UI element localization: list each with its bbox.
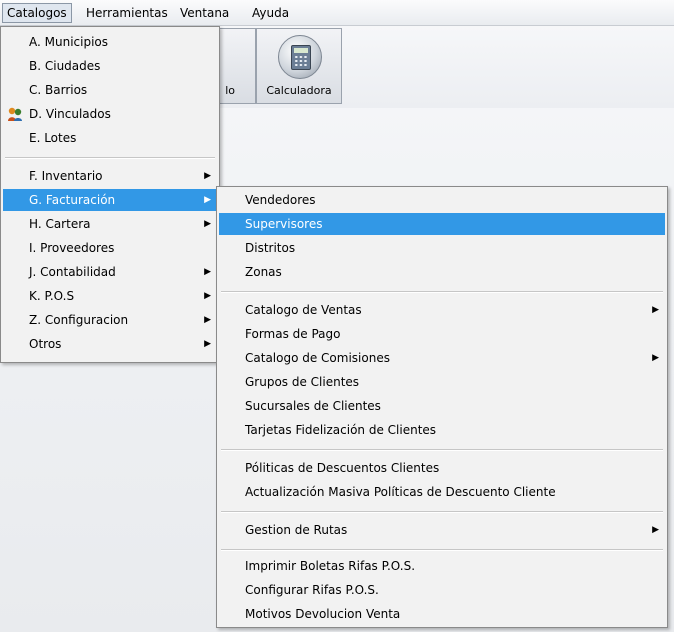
submenu-arrow-icon: ▶ bbox=[652, 305, 659, 315]
submenu-arrow-icon: ▶ bbox=[204, 171, 211, 181]
menu-item-municipios[interactable]: A. Municipios bbox=[3, 31, 217, 53]
submenu-item-zonas[interactable]: Zonas bbox=[219, 261, 665, 283]
submenu-arrow-icon: ▶ bbox=[652, 353, 659, 363]
menu-item-cartera[interactable]: H. Cartera ▶ bbox=[3, 213, 217, 235]
submenu-arrow-icon: ▶ bbox=[204, 219, 211, 229]
submenu-item-configurar-rifas[interactable]: Configurar Rifas P.O.S. bbox=[219, 579, 665, 601]
menu-item-configuracion[interactable]: Z. Configuracion ▶ bbox=[3, 309, 217, 331]
menu-separator bbox=[221, 549, 663, 551]
submenu-item-label: Actualización Masiva Políticas de Descue… bbox=[245, 485, 556, 499]
submenu-item-label: Catalogo de Comisiones bbox=[245, 351, 390, 365]
menu-ayuda-label: Ayuda bbox=[252, 6, 290, 20]
submenu-item-imprimir-boletas[interactable]: Imprimir Boletas Rifas P.O.S. bbox=[219, 555, 665, 577]
catalogos-menu: A. Municipios B. Ciudades C. Barrios D. … bbox=[0, 26, 220, 363]
menu-item-label: A. Municipios bbox=[29, 35, 109, 49]
menu-bar: Catalogos Herramientas Ventana Ayuda bbox=[0, 0, 674, 26]
menu-item-proveedores[interactable]: I. Proveedores bbox=[3, 237, 217, 259]
menu-separator bbox=[221, 449, 663, 451]
vinculados-icon bbox=[8, 107, 22, 121]
menu-item-label: D. Vinculados bbox=[29, 107, 111, 121]
menu-separator bbox=[5, 157, 215, 159]
menu-item-pos[interactable]: K. P.O.S ▶ bbox=[3, 285, 217, 307]
submenu-item-label: Grupos de Clientes bbox=[245, 375, 360, 389]
menu-item-label: K. P.O.S bbox=[29, 289, 75, 303]
menu-item-label: C. Barrios bbox=[29, 83, 88, 97]
menu-item-lotes[interactable]: E. Lotes bbox=[3, 127, 217, 149]
submenu-item-politicas-descuentos[interactable]: Póliticas de Descuentos Clientes bbox=[219, 457, 665, 479]
submenu-item-distritos[interactable]: Distritos bbox=[219, 237, 665, 259]
menu-item-label: Z. Configuracion bbox=[29, 313, 129, 327]
submenu-item-label: Catalogo de Ventas bbox=[245, 303, 362, 317]
submenu-item-label: Supervisores bbox=[245, 217, 323, 231]
menu-herramientas-label: Herramientas bbox=[86, 6, 168, 20]
menu-ventana[interactable]: Ventana bbox=[176, 4, 233, 22]
submenu-item-grupos-clientes[interactable]: Grupos de Clientes bbox=[219, 371, 665, 393]
menu-item-vinculados[interactable]: D. Vinculados bbox=[3, 103, 217, 125]
menu-item-inventario[interactable]: F. Inventario ▶ bbox=[3, 165, 217, 187]
submenu-item-label: Formas de Pago bbox=[245, 327, 341, 341]
submenu-item-label: Gestion de Rutas bbox=[245, 523, 348, 537]
menu-catalogos-label: Catalogos bbox=[7, 6, 67, 20]
submenu-item-tarjetas-fidelizacion[interactable]: Tarjetas Fidelización de Clientes bbox=[219, 419, 665, 441]
submenu-item-motivos-devolucion[interactable]: Motivos Devolucion Venta bbox=[219, 603, 665, 625]
menu-separator bbox=[221, 291, 663, 293]
menu-separator bbox=[221, 511, 663, 513]
submenu-item-label: Distritos bbox=[245, 241, 296, 255]
menu-item-facturacion[interactable]: G. Facturación ▶ bbox=[3, 189, 217, 211]
submenu-arrow-icon: ▶ bbox=[204, 195, 211, 205]
menu-herramientas[interactable]: Herramientas bbox=[82, 4, 172, 22]
submenu-item-sucursales-clientes[interactable]: Sucursales de Clientes bbox=[219, 395, 665, 417]
calculator-button[interactable]: Calculadora bbox=[256, 28, 342, 104]
menu-item-barrios[interactable]: C. Barrios bbox=[3, 79, 217, 101]
submenu-item-label: Imprimir Boletas Rifas P.O.S. bbox=[245, 559, 416, 573]
facturacion-submenu: Vendedores Supervisores Distritos Zonas … bbox=[216, 186, 668, 628]
menu-item-label: Otros bbox=[29, 337, 62, 351]
submenu-item-actualizacion-masiva[interactable]: Actualización Masiva Políticas de Descue… bbox=[219, 481, 665, 503]
submenu-item-label: Zonas bbox=[245, 265, 282, 279]
submenu-item-label: Sucursales de Clientes bbox=[245, 399, 381, 413]
submenu-arrow-icon: ▶ bbox=[652, 525, 659, 535]
menu-item-label: G. Facturación bbox=[29, 193, 116, 207]
submenu-arrow-icon: ▶ bbox=[204, 267, 211, 277]
menu-item-label: E. Lotes bbox=[29, 131, 77, 145]
submenu-item-catalogo-comisiones[interactable]: Catalogo de Comisiones ▶ bbox=[219, 347, 665, 369]
menu-item-label: J. Contabilidad bbox=[29, 265, 116, 279]
submenu-arrow-icon: ▶ bbox=[204, 339, 211, 349]
calculator-icon bbox=[278, 35, 322, 79]
submenu-arrow-icon: ▶ bbox=[204, 291, 211, 301]
submenu-item-label: Póliticas de Descuentos Clientes bbox=[245, 461, 440, 475]
menu-ayuda[interactable]: Ayuda bbox=[248, 4, 293, 22]
submenu-item-formas-pago[interactable]: Formas de Pago bbox=[219, 323, 665, 345]
menu-item-label: B. Ciudades bbox=[29, 59, 101, 73]
submenu-item-catalogo-ventas[interactable]: Catalogo de Ventas ▶ bbox=[219, 299, 665, 321]
menu-item-ciudades[interactable]: B. Ciudades bbox=[3, 55, 217, 77]
submenu-item-label: Tarjetas Fidelización de Clientes bbox=[245, 423, 437, 437]
submenu-arrow-icon: ▶ bbox=[204, 315, 211, 325]
submenu-item-gestion-rutas[interactable]: Gestion de Rutas ▶ bbox=[219, 519, 665, 541]
menu-item-otros[interactable]: Otros ▶ bbox=[3, 333, 217, 355]
submenu-item-vendedores[interactable]: Vendedores bbox=[219, 189, 665, 211]
submenu-item-supervisores[interactable]: Supervisores bbox=[219, 213, 665, 235]
calculator-label: Calculadora bbox=[266, 84, 332, 97]
submenu-item-label: Configurar Rifas P.O.S. bbox=[245, 583, 379, 597]
submenu-item-label: Vendedores bbox=[245, 193, 316, 207]
menu-ventana-label: Ventana bbox=[180, 6, 230, 20]
menu-item-label: F. Inventario bbox=[29, 169, 103, 183]
menu-item-label: I. Proveedores bbox=[29, 241, 115, 255]
submenu-item-label: Motivos Devolucion Venta bbox=[245, 607, 401, 621]
menu-catalogos[interactable]: Catalogos bbox=[2, 3, 72, 23]
menu-item-label: H. Cartera bbox=[29, 217, 91, 231]
menu-item-contabilidad[interactable]: J. Contabilidad ▶ bbox=[3, 261, 217, 283]
